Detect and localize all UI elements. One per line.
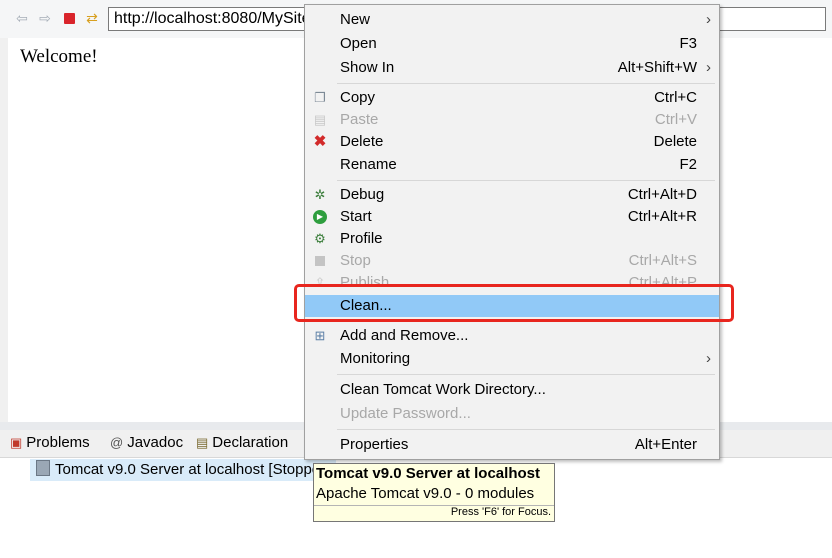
declaration-icon: ▤ (196, 434, 209, 450)
menu-item-shortcut: Alt+Enter (634, 436, 697, 453)
tab-declaration[interactable]: ▤ Declaration (196, 434, 288, 451)
menu-item-shortcut: Alt+Shift+W (617, 59, 697, 76)
menu-item-label: Delete (340, 133, 384, 150)
menu-separator (337, 429, 715, 430)
menu-item-label: Profile (340, 230, 383, 247)
menu-item-label: Paste (340, 111, 379, 128)
stop-icon[interactable] (61, 10, 77, 26)
debug-bug-icon: ✲ (314, 187, 326, 202)
tab-problems-label: Problems (26, 434, 90, 451)
menu-separator (337, 83, 715, 84)
add-remove-icon: ⊞ (314, 328, 326, 343)
menu-item-add-and-remove[interactable]: ⊞ Add and Remove... (305, 325, 719, 347)
context-menu: New › Open F3 Show In Alt+Shift+W › ❐ Co… (304, 4, 720, 460)
menu-item-shortcut: Delete (653, 133, 697, 150)
menu-item-label: Stop (340, 252, 371, 269)
menu-separator (337, 180, 715, 181)
menu-item-label: Monitoring (340, 350, 411, 367)
server-row-label: Tomcat v9.0 Server at localhost [Stopped… (55, 461, 333, 478)
stop-square-icon (312, 253, 328, 269)
menu-item-show-in[interactable]: Show In Alt+Shift+W › (305, 57, 719, 79)
tooltip-focus-hint: Press 'F6' for Focus. (450, 506, 551, 518)
menu-item-label: Clean Tomcat Work Directory... (340, 381, 546, 398)
menu-item-shortcut: F3 (679, 35, 697, 52)
menu-item-paste: ▤ Paste Ctrl+V (305, 109, 719, 131)
menu-item-shortcut: Ctrl+Alt+D (627, 186, 697, 203)
tab-javadoc[interactable]: @ Javadoc (110, 434, 183, 451)
annotation-highlight-frame (294, 284, 734, 322)
menu-item-label: Show In (340, 59, 395, 76)
profile-icon: ⚙ (314, 231, 326, 246)
paste-icon: ▤ (313, 112, 327, 127)
menu-item-shortcut: F2 (679, 156, 697, 173)
server-tooltip: Tomcat v9.0 Server at localhost Apache T… (313, 463, 555, 522)
copy-icon: ❐ (314, 90, 326, 105)
tab-problems[interactable]: ▣ Problems (10, 434, 90, 451)
menu-item-rename[interactable]: Rename F2 (305, 154, 719, 176)
tab-javadoc-label: Javadoc (127, 434, 184, 451)
forward-arrow-icon[interactable]: ⇨ (37, 10, 53, 26)
menu-item-start[interactable]: ▶ Start Ctrl+Alt+R (305, 206, 719, 228)
tooltip-title: Tomcat v9.0 Server at localhost (316, 465, 540, 482)
menu-item-copy[interactable]: ❐ Copy Ctrl+C (305, 87, 719, 109)
menu-item-label: Copy (340, 89, 376, 106)
menu-item-monitoring[interactable]: Monitoring › (305, 348, 719, 370)
menu-item-open[interactable]: Open F3 (305, 33, 719, 55)
chevron-right-icon: › (706, 59, 711, 76)
menu-item-label: Debug (340, 186, 385, 203)
menu-item-delete[interactable]: ✖ Delete Delete (305, 131, 719, 153)
server-row[interactable]: Tomcat v9.0 Server at localhost [Stopped… (30, 459, 336, 481)
menu-item-label: New (340, 11, 371, 28)
delete-icon: ✖ (313, 133, 327, 150)
problems-icon: ▣ (10, 434, 23, 450)
start-play-icon: ▶ (312, 209, 328, 225)
menu-item-label: Start (340, 208, 372, 225)
menu-item-label: Add and Remove... (340, 327, 469, 344)
menu-item-stop: Stop Ctrl+Alt+S (305, 250, 719, 272)
chevron-right-icon: › (706, 11, 711, 28)
menu-separator (337, 374, 715, 375)
javadoc-icon: @ (110, 435, 124, 450)
menu-item-clean-work-directory[interactable]: Clean Tomcat Work Directory... (305, 379, 719, 401)
tooltip-description: Apache Tomcat v9.0 - 0 modules (316, 485, 535, 502)
menu-item-shortcut: Ctrl+C (654, 89, 697, 106)
menu-item-label: Properties (340, 436, 409, 453)
menu-item-label: Open (340, 35, 377, 52)
menu-item-profile[interactable]: ⚙ Profile (305, 228, 719, 250)
menu-item-debug[interactable]: ✲ Debug Ctrl+Alt+D (305, 184, 719, 206)
menu-item-new[interactable]: New › (305, 9, 719, 31)
server-icon (36, 460, 50, 476)
menu-item-update-password: Update Password... (305, 403, 719, 425)
tab-declaration-label: Declaration (212, 434, 289, 451)
menu-item-label: Update Password... (340, 405, 471, 422)
menu-item-shortcut: Ctrl+Alt+S (628, 252, 697, 269)
menu-item-shortcut: Ctrl+V (654, 111, 697, 128)
chevron-right-icon: › (706, 350, 711, 367)
welcome-text: Welcome! (20, 46, 98, 67)
menu-item-properties[interactable]: Properties Alt+Enter (305, 434, 719, 456)
menu-item-label: Rename (340, 156, 397, 173)
menu-item-shortcut: Ctrl+Alt+R (627, 208, 697, 225)
refresh-icon[interactable]: ⇄ (84, 10, 100, 26)
back-arrow-icon[interactable]: ⇦ (14, 10, 30, 26)
